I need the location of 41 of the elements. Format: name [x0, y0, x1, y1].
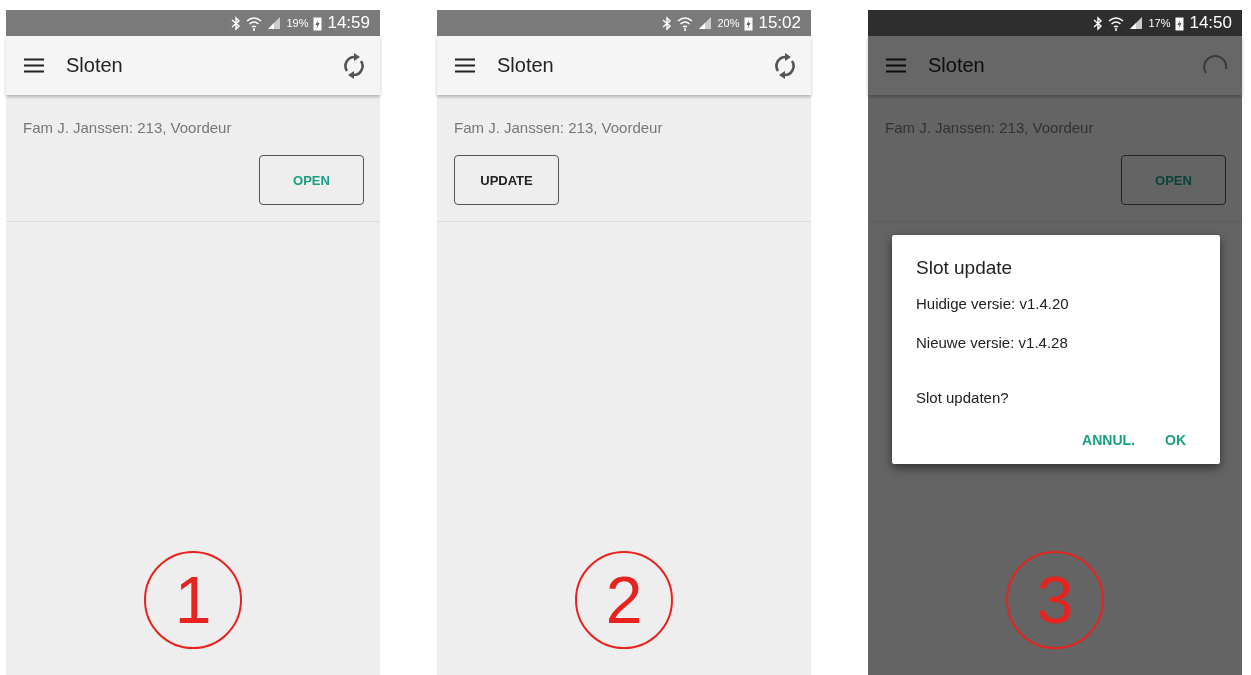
dialog-text: Nieuwe versie: v1.4.28: [916, 334, 1069, 351]
battery-percent: 17%: [1148, 17, 1171, 29]
open-button[interactable]: OPEN: [259, 155, 364, 205]
sync-icon[interactable]: [773, 51, 797, 80]
sync-icon[interactable]: [342, 51, 366, 80]
step-number: 1: [144, 551, 242, 649]
app-title: Sloten: [928, 54, 986, 77]
lock-name: Fam J. Janssen: 213, Voordeur: [23, 119, 233, 136]
signal-icon: [267, 16, 282, 30]
clock: 15:02: [758, 13, 801, 33]
wifi-icon: [246, 15, 263, 31]
battery-icon: [744, 15, 754, 31]
step-number: 2: [575, 551, 673, 649]
bluetooth-icon: [662, 15, 673, 31]
bluetooth-icon: [1093, 15, 1104, 31]
menu-icon[interactable]: [24, 58, 44, 73]
lock-name: Fam J. Janssen: 213, Voordeur: [454, 119, 664, 136]
lock-list-item[interactable]: Fam J. Janssen: 213, Voordeur UPDATE: [437, 95, 811, 222]
wifi-icon: [1108, 15, 1125, 31]
battery-icon: [1175, 15, 1185, 31]
step-number: 3: [1006, 551, 1104, 649]
lock-list-item[interactable]: Fam J. Janssen: 213, Voordeur OPEN: [6, 95, 380, 222]
clock: 14:50: [1189, 13, 1232, 33]
dialog-text: Huidige versie: v1.4.20: [916, 295, 1070, 312]
dialog-question: Slot updaten?: [916, 389, 1010, 406]
update-button[interactable]: UPDATE: [454, 155, 559, 205]
wifi-icon: [677, 15, 694, 31]
open-button[interactable]: OPEN: [1121, 155, 1226, 205]
signal-icon: [698, 16, 713, 30]
menu-icon[interactable]: [455, 58, 475, 73]
signal-icon: [1129, 16, 1144, 30]
bluetooth-icon: [231, 15, 242, 31]
clock: 14:59: [327, 13, 370, 33]
battery-icon: [313, 15, 323, 31]
battery-percent: 19%: [286, 17, 309, 29]
dialog-button[interactable]: OK: [1155, 428, 1196, 452]
app-title: Sloten: [497, 54, 555, 77]
battery-percent: 20%: [717, 17, 740, 29]
dialog-title: Slot update: [916, 257, 1014, 279]
dialog-button[interactable]: ANNUL.: [1072, 428, 1145, 452]
app-title: Sloten: [66, 54, 124, 77]
